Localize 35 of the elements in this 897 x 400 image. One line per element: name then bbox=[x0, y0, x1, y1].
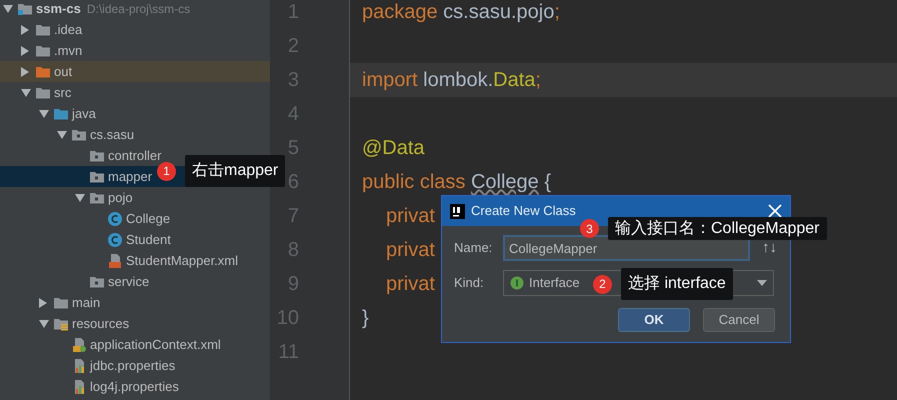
cancel-button[interactable]: Cancel bbox=[703, 308, 775, 332]
code-line: privat bbox=[386, 204, 435, 229]
tree-item-label[interactable]: College bbox=[126, 208, 170, 228]
code-line: public class College { bbox=[362, 170, 552, 195]
tree-item-label[interactable]: java bbox=[72, 104, 96, 124]
project-path: D:\idea-proj\ssm-cs bbox=[86, 0, 190, 18]
dialog-title: Create New Class bbox=[471, 202, 576, 220]
tree-item-label[interactable]: main bbox=[72, 292, 100, 312]
tree-item-label[interactable]: service bbox=[108, 272, 150, 292]
annotation-tooltip: 选择 interface bbox=[621, 268, 733, 300]
tree-item-label[interactable]: mapper bbox=[108, 166, 152, 186]
tree-item-label[interactable]: log4j.properties bbox=[90, 376, 179, 396]
code-line: package cs.sasu.pojo; bbox=[362, 0, 560, 25]
code-line: } bbox=[362, 306, 369, 331]
tree-item-label[interactable]: jdbc.properties bbox=[90, 356, 176, 376]
tree-item-label[interactable]: src bbox=[54, 82, 72, 102]
code-line: import lombok.Data; bbox=[362, 68, 541, 93]
code-line: @Data bbox=[362, 136, 425, 161]
ok-button[interactable]: OK bbox=[618, 308, 690, 332]
tree-item-label[interactable]: resources bbox=[72, 314, 130, 334]
tree-item-label[interactable]: cs.sasu bbox=[90, 124, 134, 144]
annotation-tooltip: 输入接口名：CollegeMapper bbox=[608, 217, 827, 240]
code-line: privat bbox=[386, 238, 435, 263]
tree-item-label[interactable]: applicationContext.xml bbox=[90, 334, 221, 354]
tree-item-label[interactable]: Student bbox=[126, 230, 171, 250]
tree-item-label[interactable]: ssm-cs bbox=[36, 0, 81, 18]
tree-item-label[interactable]: StudentMapper.xml bbox=[126, 250, 238, 270]
field-label: Kind: bbox=[454, 274, 485, 292]
code-line: privat bbox=[386, 272, 435, 297]
tree-item-label[interactable]: pojo bbox=[108, 188, 133, 208]
tree-item-label[interactable]: .mvn bbox=[54, 40, 82, 60]
annotation-tooltip: 右击mapper bbox=[185, 155, 286, 187]
field-label: Name: bbox=[454, 239, 494, 258]
tree-item-label[interactable]: .idea bbox=[54, 20, 82, 40]
tree-item-label[interactable]: out bbox=[54, 62, 72, 82]
